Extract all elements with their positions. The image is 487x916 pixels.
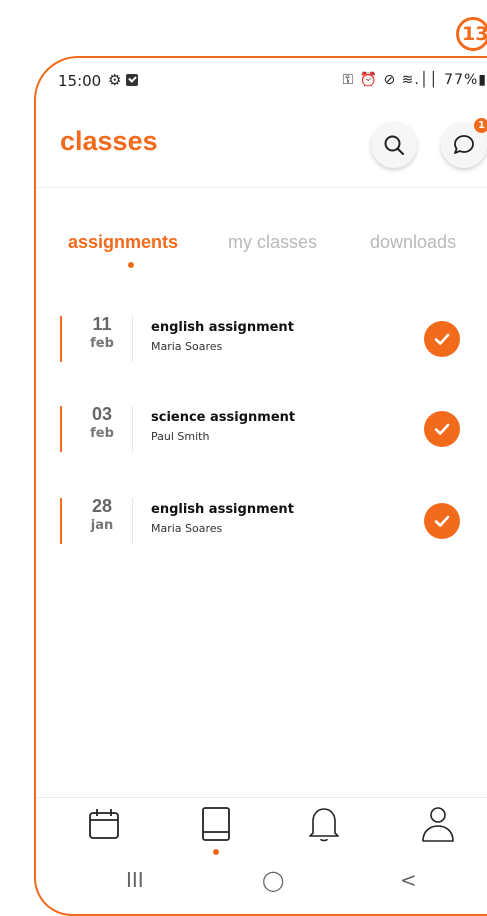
completed-check-icon[interactable]: [424, 321, 460, 357]
chat-bubble-icon: [454, 135, 474, 154]
row-separator: [132, 316, 133, 362]
message-count-badge: 1: [474, 118, 487, 133]
nav-notifications[interactable]: [306, 806, 342, 842]
search-icon: [384, 135, 404, 155]
assignment-name: science assignment: [151, 410, 296, 425]
active-nav-indicator: [213, 849, 219, 855]
completed-check-icon[interactable]: [424, 503, 460, 539]
search-button[interactable]: [371, 122, 417, 168]
page-title: classes: [60, 126, 158, 156]
due-month: feb: [90, 336, 114, 351]
messages-button[interactable]: 1: [441, 118, 487, 168]
book-icon: [202, 807, 230, 841]
due-day: 11: [92, 314, 112, 334]
assignment-row[interactable]: 28 jan english assignment Maria Soares: [58, 496, 478, 554]
active-tab-indicator: [128, 262, 134, 268]
recent-apps-button[interactable]: III: [126, 868, 144, 892]
home-button[interactable]: ◯: [262, 868, 284, 892]
tab-my-classes[interactable]: my classes: [228, 232, 317, 253]
nav-calendar[interactable]: [86, 806, 122, 842]
teacher-name: Maria Soares: [151, 340, 223, 353]
phone-frame: [34, 56, 487, 916]
row-accent-bar: [60, 498, 62, 544]
status-time: 15:00: [58, 72, 102, 90]
due-month: jan: [90, 518, 114, 533]
calendar-icon: [89, 809, 119, 839]
row-separator: [132, 406, 133, 452]
row-accent-bar: [60, 316, 62, 362]
profile-icon: [422, 807, 454, 842]
completed-check-icon[interactable]: [424, 411, 460, 447]
bottom-nav-divider: [36, 797, 487, 798]
tab-assignments[interactable]: assignments: [68, 232, 178, 253]
assignment-name: english assignment: [151, 320, 294, 335]
step-number-badge: 13: [456, 17, 487, 51]
assignment-name: english assignment: [151, 502, 294, 517]
header-divider: [36, 187, 487, 188]
teacher-name: Paul Smith: [151, 430, 210, 443]
row-separator: [132, 498, 133, 544]
due-day: 28: [91, 496, 113, 516]
assignment-row[interactable]: 11 feb english assignment Maria Soares: [58, 314, 478, 372]
teacher-name: Maria Soares: [151, 522, 223, 535]
nav-profile[interactable]: [420, 806, 456, 842]
due-month: feb: [90, 426, 114, 441]
bell-icon: [309, 808, 339, 842]
nav-classes[interactable]: [198, 806, 234, 842]
status-bar: 15:00 ⚙ ⚿ ⏰ ⊘ ≋.││ 77%▮: [58, 71, 487, 96]
back-button[interactable]: <: [400, 868, 417, 892]
due-day: 03: [91, 404, 113, 424]
status-indicators: ⚿ ⏰ ⊘ ≋.││ 77%▮: [342, 72, 487, 88]
assignment-row[interactable]: 03 feb science assignment Paul Smith: [58, 404, 478, 462]
row-accent-bar: [60, 406, 62, 452]
settings-status-icon: ⚙: [108, 71, 122, 89]
tab-downloads[interactable]: downloads: [370, 232, 456, 253]
checkbox-status-icon: [126, 74, 138, 86]
